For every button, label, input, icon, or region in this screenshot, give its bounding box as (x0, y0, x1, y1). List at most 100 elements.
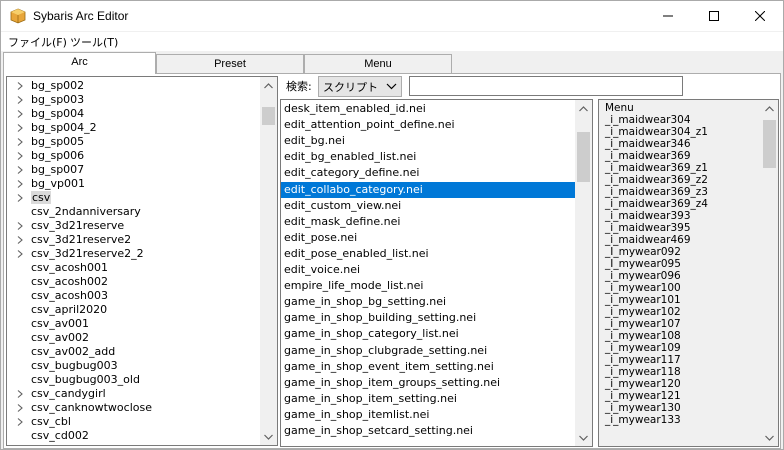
menu-list-item[interactable]: _I_mywear095 (599, 258, 681, 270)
menu-list-item[interactable]: _i_mywear133 (599, 414, 681, 426)
menu-file[interactable]: ファイル(F) (8, 34, 67, 50)
menu-list-item[interactable]: _i_mywear101 (599, 294, 681, 306)
tree-item[interactable]: bg_sp005 (7, 135, 259, 149)
scroll-thumb[interactable] (763, 120, 776, 168)
file-list-item[interactable]: edit_category_define.nei (281, 165, 576, 181)
tree-item[interactable]: csv_candygirl (7, 387, 259, 401)
file-list-item[interactable]: game_in_shop_bg_setting.nei (281, 294, 576, 310)
tree-item[interactable]: csv_acosh003 (7, 289, 259, 303)
menu-list-item[interactable]: _I_mywear092 (599, 246, 681, 258)
tree-item[interactable]: bg_vp001 (7, 177, 259, 191)
file-list-item[interactable]: game_in_shop_item_setting.nei (281, 391, 576, 407)
tree-item[interactable]: csv_2ndanniversary (7, 205, 259, 219)
tree-scrollbar[interactable] (260, 77, 277, 445)
tab-arc[interactable]: Arc (3, 52, 156, 74)
menu-list-item[interactable]: _i_maidwear304_z1 (599, 126, 708, 138)
menu-list-item[interactable]: _i_mywear121 (599, 390, 681, 402)
menu-list-item[interactable]: _i_mywear107 (599, 318, 681, 330)
maximize-button[interactable] (691, 1, 737, 31)
file-list-item[interactable]: edit_bg_enabled_list.nei (281, 149, 576, 165)
tree-item[interactable]: csv_canknowtwoclose (7, 401, 259, 415)
tree-item[interactable]: csv_cd002 (7, 429, 259, 443)
menu-list-item[interactable]: _i_maidwear304 (599, 114, 691, 126)
tree-item[interactable]: bg_sp007 (7, 163, 259, 177)
menu-list-item[interactable]: _i_maidwear469 (599, 234, 691, 246)
scroll-up-icon[interactable] (260, 77, 277, 94)
tree-item[interactable]: csv_acosh001 (7, 261, 259, 275)
title-bar[interactable]: Sybaris Arc Editor (1, 1, 783, 31)
menu-list-item[interactable]: _i_maidwear369_z1 (599, 162, 708, 174)
tree-item[interactable]: bg_sp002 (7, 79, 259, 93)
file-list-item[interactable]: edit_mask_define.nei (281, 214, 576, 230)
scroll-up-icon[interactable] (575, 100, 592, 117)
file-list-item[interactable]: game_in_shop_building_setting.nei (281, 310, 576, 326)
file-list-item[interactable]: edit_attention_point_define.nei (281, 117, 576, 133)
file-list-item[interactable]: game_in_shop_item_groups_setting.nei (281, 375, 576, 391)
menu-list-item-label: _i_maidwear369 (605, 150, 691, 162)
file-list-item[interactable]: game_in_shop_event_item_setting.nei (281, 359, 576, 375)
file-list-scrollbar[interactable] (575, 100, 592, 446)
scroll-down-icon[interactable] (260, 428, 277, 445)
file-list-item[interactable]: game_in_shop_category_list.nei (281, 326, 576, 342)
file-list-item[interactable]: edit_pose.nei (281, 230, 576, 246)
tree-item[interactable]: csv_acosh002 (7, 275, 259, 289)
tree-item[interactable]: bg_sp003 (7, 93, 259, 107)
menu-list-item[interactable]: _i_mywear100 (599, 282, 681, 294)
file-list-item[interactable]: game_in_shop_clubgrade_setting.nei (281, 343, 576, 359)
scroll-down-icon[interactable] (761, 429, 778, 446)
tree-item[interactable]: csv_bugbug003_old (7, 373, 259, 387)
menu-list-scrollbar[interactable] (761, 100, 778, 446)
tree-item[interactable]: bg_sp004 (7, 107, 259, 121)
search-input[interactable] (409, 76, 683, 96)
arc-tree[interactable]: bg_sp002 bg_sp003 bg_sp004 bg_sp004_2 bg_sp0… (6, 76, 278, 446)
minimize-button[interactable] (645, 1, 691, 31)
scroll-down-icon[interactable] (575, 429, 592, 446)
file-list-item[interactable]: empire_life_mode_list.nei (281, 278, 576, 294)
tree-item[interactable]: bg_sp004_2 (7, 121, 259, 135)
menu-list-item[interactable]: _i_mywear130 (599, 402, 681, 414)
tree-item[interactable]: csv_av002_add (7, 345, 259, 359)
tree-item[interactable]: csv_3d21reserve (7, 219, 259, 233)
file-list-item[interactable]: edit_voice.nei (281, 262, 576, 278)
menu-list-item[interactable]: _i_mywear108 (599, 330, 681, 342)
tree-item[interactable]: csv_av001 (7, 317, 259, 331)
file-list-item[interactable]: edit_bg.nei (281, 133, 576, 149)
menu-list-item[interactable]: _i_mywear118 (599, 366, 681, 378)
menu-list[interactable]: Menu _i_maidwear304 _i_maidwear304_z1 _i_ma… (598, 99, 779, 447)
tree-item[interactable]: csv_cbl (7, 415, 259, 429)
file-list-item[interactable]: game_in_shop_itemlist.nei (281, 407, 576, 423)
scroll-up-icon[interactable] (761, 100, 778, 117)
menu-list-item[interactable]: _i_maidwear369 (599, 150, 691, 162)
file-list[interactable]: desk_item_enabled_id.nei edit_attention_p… (280, 99, 593, 447)
file-list-item[interactable]: edit_collabo_category.nei (281, 181, 576, 198)
tree-item[interactable]: csv_bugbug003 (7, 359, 259, 373)
tree-item[interactable]: bg_sp006 (7, 149, 259, 163)
file-list-item[interactable]: edit_custom_view.nei (281, 198, 576, 214)
menu-list-item[interactable]: _i_mywear096 (599, 270, 681, 282)
file-list-item[interactable]: desk_item_enabled_id.nei (281, 101, 576, 117)
menu-list-item[interactable]: _i_maidwear346 (599, 138, 691, 150)
scroll-thumb[interactable] (262, 107, 275, 125)
menu-list-item[interactable]: _i_maidwear369_z2 (599, 174, 708, 186)
file-list-item[interactable]: edit_pose_enabled_list.nei (281, 246, 576, 262)
menu-list-item[interactable]: _i_maidwear395 (599, 222, 691, 234)
scroll-thumb[interactable] (577, 132, 590, 182)
menu-list-item[interactable]: _i_maidwear393 (599, 210, 691, 222)
tree-item[interactable]: csv_av002 (7, 331, 259, 345)
tree-item[interactable]: csv_april2020 (7, 303, 259, 317)
tree-item[interactable]: csv_3d21reserve2 (7, 233, 259, 247)
tab-preset[interactable]: Preset (156, 54, 304, 74)
menu-list-item[interactable]: _i_maidwear369_z3 (599, 186, 708, 198)
tree-item[interactable]: csv (7, 191, 259, 205)
menu-list-item[interactable]: _i_mywear109 (599, 342, 681, 354)
file-list-item[interactable]: game_in_shop_setcard_setting.nei (281, 423, 576, 439)
menu-list-item[interactable]: _i_mywear120 (599, 378, 681, 390)
tree-item[interactable]: csv_3d21reserve2_2 (7, 247, 259, 261)
menu-list-item[interactable]: _i_mywear117 (599, 354, 681, 366)
close-button[interactable] (737, 1, 783, 31)
menu-list-item[interactable]: _i_maidwear369_z4 (599, 198, 708, 210)
search-mode-select[interactable]: スクリプト (318, 76, 402, 97)
menu-tool[interactable]: ツール(T) (70, 34, 118, 50)
menu-list-item[interactable]: _i_mywear102 (599, 306, 681, 318)
tab-menu[interactable]: Menu (304, 54, 452, 74)
